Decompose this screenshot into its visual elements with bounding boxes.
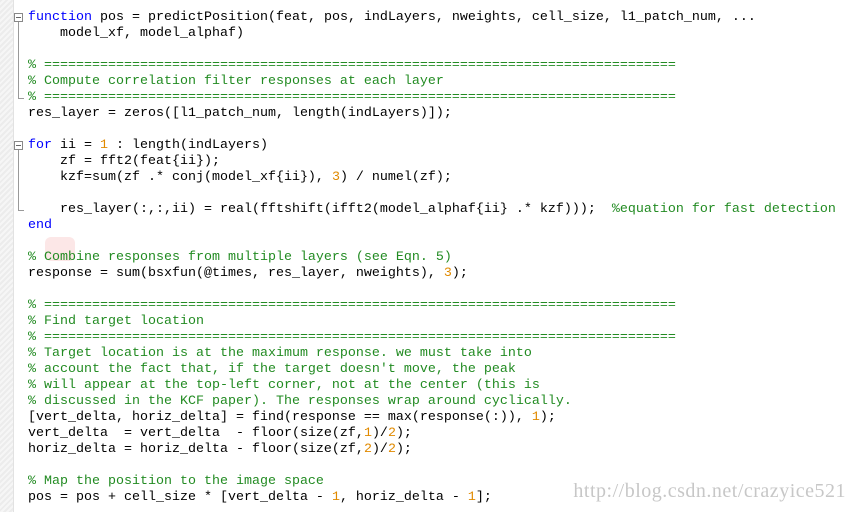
- code-line[interactable]: % Target location is at the maximum resp…: [28, 346, 836, 362]
- comment: % Combine responses from multiple layers…: [28, 250, 452, 265]
- comment: % Map the position to the image space: [28, 474, 324, 489]
- watermark: http://blog.csdn.net/crazyice521: [573, 480, 846, 502]
- code-line[interactable]: end: [28, 218, 836, 234]
- code-text: kzf=sum(zf .* conj(model_xf{ii}),: [28, 170, 332, 185]
- code-editor[interactable]: function pos = predictPosition(feat, pos…: [28, 10, 836, 506]
- code-text: response = sum(bsxfun(@times, res_layer,…: [28, 266, 444, 281]
- number: 1: [100, 138, 108, 153]
- code-text: [vert_delta, horiz_delta] = find(respons…: [28, 410, 532, 425]
- code-text: ii =: [52, 138, 100, 153]
- code-line[interactable]: % ======================================…: [28, 298, 836, 314]
- code-text: : length(indLayers): [108, 138, 268, 153]
- code-line[interactable]: kzf=sum(zf .* conj(model_xf{ii}), 3) / n…: [28, 170, 836, 186]
- number: 1: [531, 410, 540, 425]
- number: 3: [443, 266, 452, 281]
- code-line[interactable]: model_xf, model_alphaf): [28, 26, 836, 42]
- code-line[interactable]: [vert_delta, horiz_delta] = find(respons…: [28, 410, 836, 426]
- code-line[interactable]: [28, 42, 836, 58]
- comment: % discussed in the KCF paper). The respo…: [28, 394, 572, 409]
- code-text: pos = pos + cell_size * [vert_delta -: [28, 490, 332, 505]
- keyword: for: [28, 138, 52, 153]
- keyword: function: [28, 10, 92, 25]
- fold-toggle-for[interactable]: [14, 141, 23, 150]
- code-line[interactable]: [28, 458, 836, 474]
- fold-line-end: [18, 98, 24, 99]
- fold-line: [18, 150, 19, 210]
- comment: % ======================================…: [28, 298, 676, 313]
- code-line[interactable]: [28, 282, 836, 298]
- fold-toggle-function[interactable]: [14, 13, 23, 22]
- number: 1: [331, 490, 340, 505]
- code-line[interactable]: % Find target location: [28, 314, 836, 330]
- code-text: );: [539, 410, 556, 425]
- editor-gutter: [0, 0, 14, 512]
- code-line[interactable]: function pos = predictPosition(feat, pos…: [28, 10, 836, 26]
- number: 1: [467, 490, 476, 505]
- code-text: vert_delta = vert_delta - floor(size(zf,: [28, 426, 364, 441]
- comment: % ======================================…: [28, 90, 676, 105]
- comment: % ======================================…: [28, 58, 676, 73]
- code-line[interactable]: res_layer = zeros([l1_patch_num, length(…: [28, 106, 836, 122]
- code-line[interactable]: % ======================================…: [28, 90, 836, 106]
- code-line[interactable]: [28, 186, 836, 202]
- comment: % account the fact that, if the target d…: [28, 362, 516, 377]
- code-text: horiz_delta = horiz_delta - floor(size(z…: [28, 442, 364, 457]
- code-line[interactable]: [28, 122, 836, 138]
- code-text: zf = fft2(feat{ii});: [28, 154, 220, 169]
- code-line[interactable]: % discussed in the KCF paper). The respo…: [28, 394, 836, 410]
- fold-line-end: [18, 210, 24, 211]
- code-line[interactable]: [28, 234, 836, 250]
- fold-line: [18, 22, 19, 98]
- code-text: pos = predictPosition(feat, pos, indLaye…: [92, 10, 756, 25]
- code-text: );: [451, 266, 468, 281]
- code-line[interactable]: horiz_delta = horiz_delta - floor(size(z…: [28, 442, 836, 458]
- comment: % Compute correlation filter responses a…: [28, 74, 444, 89]
- code-text: );: [395, 426, 412, 441]
- code-text: ) / numel(zf);: [339, 170, 452, 185]
- code-text: );: [395, 442, 412, 457]
- number: 2: [387, 426, 396, 441]
- code-line[interactable]: % account the fact that, if the target d…: [28, 362, 836, 378]
- code-line[interactable]: vert_delta = vert_delta - floor(size(zf,…: [28, 426, 836, 442]
- code-text: )/: [371, 426, 388, 441]
- code-line[interactable]: % ======================================…: [28, 58, 836, 74]
- number: 1: [363, 426, 372, 441]
- comment: % Target location is at the maximum resp…: [28, 346, 532, 361]
- code-text: , horiz_delta -: [339, 490, 468, 505]
- code-line[interactable]: % Combine responses from multiple layers…: [28, 250, 836, 266]
- code-line[interactable]: % Compute correlation filter responses a…: [28, 74, 836, 90]
- code-line[interactable]: for ii = 1 : length(indLayers): [28, 138, 836, 154]
- code-text: res_layer = zeros([l1_patch_num, length(…: [28, 106, 452, 121]
- number: 3: [331, 170, 340, 185]
- keyword: end: [28, 218, 52, 233]
- code-text: res_layer(:,:,ii) = real(fftshift(ifft2(…: [28, 202, 612, 217]
- code-text: model_xf, model_alphaf): [28, 26, 244, 41]
- number: 2: [387, 442, 396, 457]
- code-line[interactable]: zf = fft2(feat{ii});: [28, 154, 836, 170]
- comment: % ======================================…: [28, 330, 676, 345]
- comment: % Find target location: [28, 314, 204, 329]
- code-line[interactable]: % will appear at the top-left corner, no…: [28, 378, 836, 394]
- code-text: ];: [475, 490, 492, 505]
- code-text: )/: [371, 442, 388, 457]
- comment: %equation for fast detection: [611, 202, 836, 217]
- code-line[interactable]: % ======================================…: [28, 330, 836, 346]
- code-line[interactable]: res_layer(:,:,ii) = real(fftshift(ifft2(…: [28, 202, 836, 218]
- number: 2: [363, 442, 372, 457]
- code-line[interactable]: response = sum(bsxfun(@times, res_layer,…: [28, 266, 836, 282]
- comment: % will appear at the top-left corner, no…: [28, 378, 540, 393]
